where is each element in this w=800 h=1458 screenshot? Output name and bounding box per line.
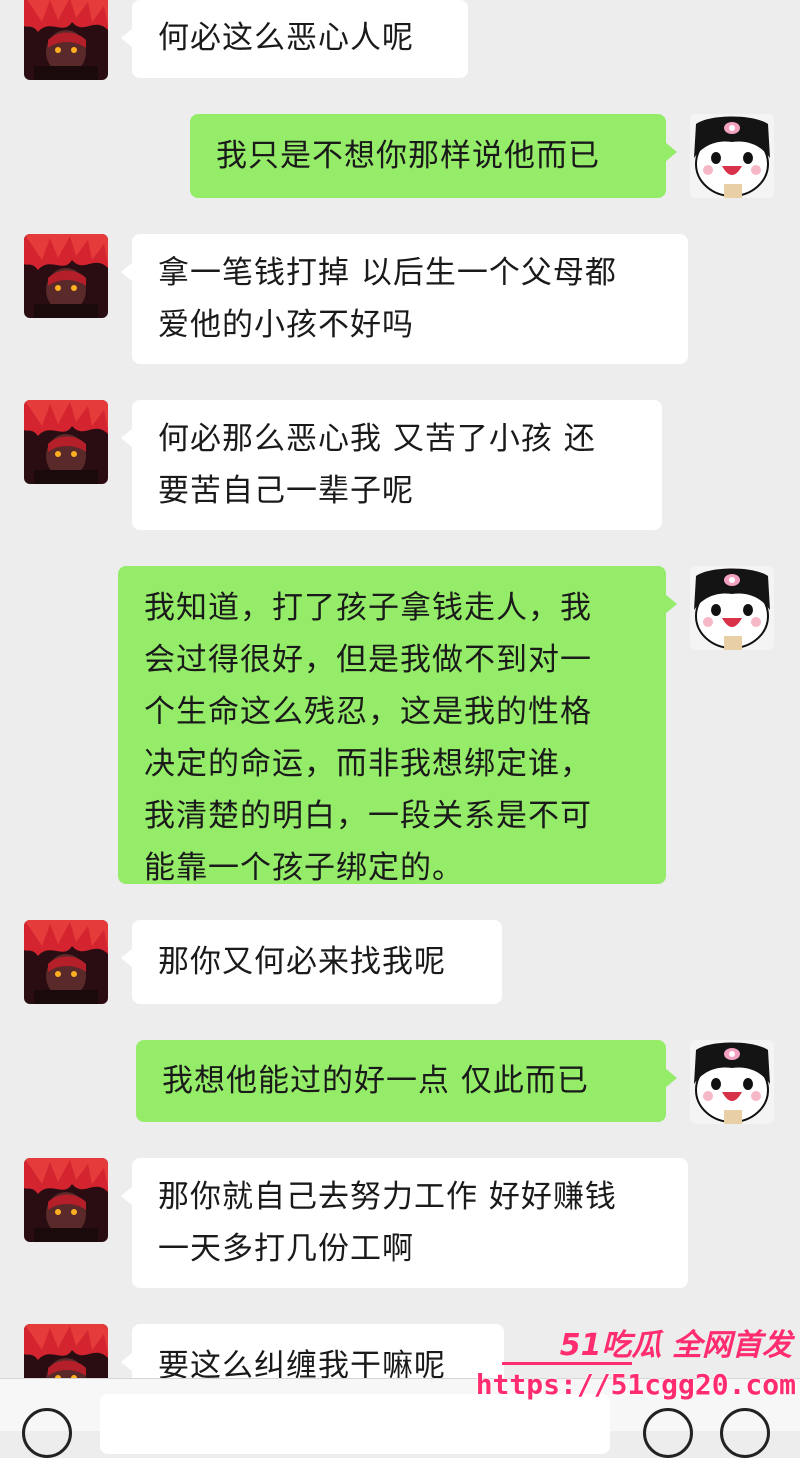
contact-avatar[interactable] [24,0,108,80]
watermark-line2: https://51cgg20.com [475,1368,796,1401]
watermark-line1: 51吃瓜 全网首发 [559,1328,792,1363]
contact-avatar[interactable] [24,1158,108,1242]
message-bubble[interactable]: 拿一笔钱打掉 以后生一个父母都 爱他的小孩不好吗 [121,234,688,364]
self-avatar[interactable] [690,114,774,198]
message-bubble[interactable]: 那你就自己去努力工作 好好赚钱 一天多打几份工啊 [121,1158,688,1288]
contact-avatar[interactable] [24,234,108,318]
message-bubble[interactable]: 何必这么恶心人呢 [121,0,468,78]
watermark-decoration [502,1362,632,1365]
self-avatar[interactable] [690,566,774,650]
message-bubble[interactable]: 何必那么恶心我 又苦了小孩 还 要苦自己一辈子呢 [121,400,662,530]
voice-icon[interactable] [22,1408,72,1458]
contact-avatar[interactable] [24,920,108,1004]
self-avatar[interactable] [690,1040,774,1124]
message-bubble[interactable]: 那你又何必来找我呢 [121,920,502,1004]
watermark: 51吃瓜 全网首发 https://51cgg20.com [476,1318,800,1418]
message-bubble[interactable]: 我知道，打了孩子拿钱走人，我 会过得很好，但是我做不到对一 个生命这么残忍，这是… [118,566,677,886]
message-bubble[interactable]: 我想他能过的好一点 仅此而已 [136,1040,677,1122]
contact-avatar[interactable] [24,400,108,484]
message-bubble[interactable]: 我只是不想你那样说他而已 [190,114,677,198]
